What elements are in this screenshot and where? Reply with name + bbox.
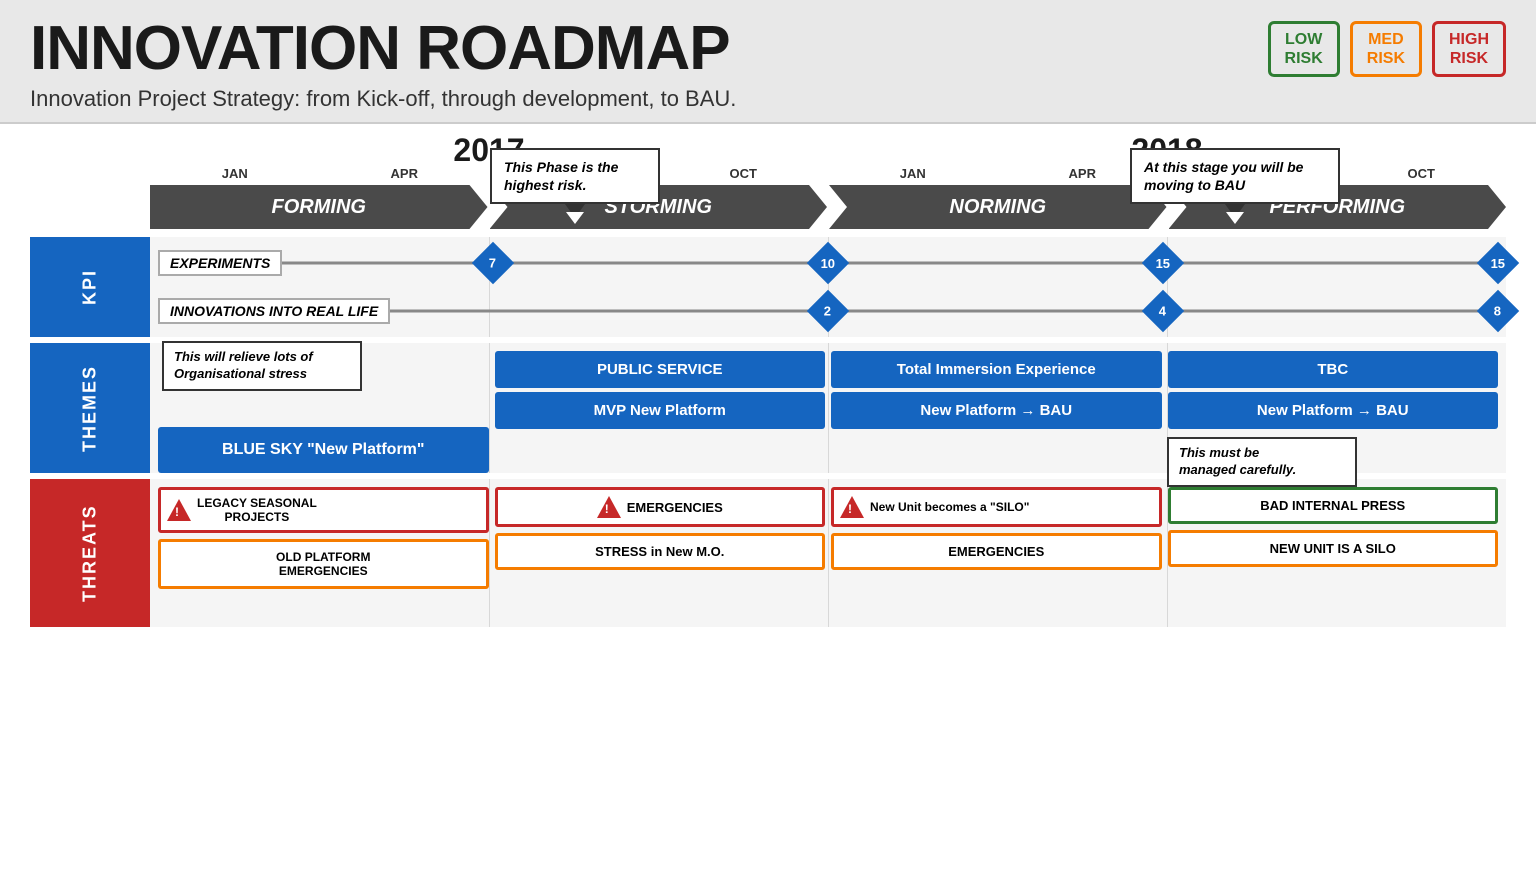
theme-new-platform-bau-1: New Platform → BAU bbox=[831, 392, 1162, 429]
exp-diamond-2: 10 bbox=[807, 242, 849, 284]
phase-forming: FORMING bbox=[150, 185, 488, 229]
threat-emergencies-2: EMERGENCIES bbox=[831, 533, 1162, 570]
timeline-section: This Phase is thehighest risk. At this s… bbox=[30, 134, 1506, 627]
threat-stress: STRESS in New M.O. bbox=[495, 533, 826, 570]
innovations-label-box: INNOVATIONS INTO REAL LIFE bbox=[158, 298, 390, 324]
inn-diamond-1: 2 bbox=[807, 290, 849, 332]
callout-storming: This Phase is thehighest risk. bbox=[490, 148, 660, 204]
page-title: INNOVATION ROADMAP bbox=[30, 18, 730, 80]
threat-old-platform: OLD PLATFORMEMERGENCIES bbox=[158, 539, 489, 589]
threats-col-1: ! LEGACY SEASONALPROJECTS OLD PLATFORMEM… bbox=[158, 487, 489, 619]
subtitle: Innovation Project Strategy: from Kick-o… bbox=[30, 86, 1506, 112]
themes-col-3: Total Immersion Experience New Platform … bbox=[831, 351, 1162, 473]
inn-diamond-2: 4 bbox=[1142, 290, 1184, 332]
theme-tbc: TBC bbox=[1168, 351, 1499, 388]
main-content: This Phase is thehighest risk. At this s… bbox=[0, 134, 1536, 627]
threats-label: THREATS bbox=[30, 479, 150, 627]
low-risk-badge: LOWRISK bbox=[1268, 21, 1340, 77]
theme-total-immersion: Total Immersion Experience bbox=[831, 351, 1162, 388]
themes-col-2: PUBLIC SERVICE MVP New Platform bbox=[495, 351, 826, 473]
med-risk-badge: MEDRISK bbox=[1350, 21, 1422, 77]
threat-bad-press: BAD INTERNAL PRESS bbox=[1168, 487, 1499, 524]
callout-performing: At this stage you will bemoving to BAU bbox=[1130, 148, 1340, 204]
theme-blue-sky: BLUE SKY "New Platform" bbox=[158, 427, 489, 473]
exp-diamond-4: 15 bbox=[1477, 242, 1519, 284]
year-2017: 2017 bbox=[150, 134, 828, 166]
kpi-section: KPI EXPERIMENTS 7 bbox=[30, 237, 1506, 337]
themes-col-1: This will relieve lots ofOrganisational … bbox=[158, 351, 489, 473]
threats-col-2: ! EMERGENCIES STRESS in New M.O. bbox=[495, 487, 826, 619]
threats-callout: This must bemanaged carefully. bbox=[1167, 437, 1357, 487]
months-2017: JAN APR JUL OCT bbox=[150, 166, 828, 181]
header: INNOVATION ROADMAP LOWRISK MEDRISK HIGHR… bbox=[0, 0, 1536, 124]
threats-col-3: ! New Unit becomes a "SILO" EMERGENCIES bbox=[831, 487, 1162, 619]
theme-public-service: PUBLIC SERVICE bbox=[495, 351, 826, 388]
inn-diamond-3: 8 bbox=[1477, 290, 1519, 332]
threat-silo: ! New Unit becomes a "SILO" bbox=[831, 487, 1162, 527]
risk-legend: LOWRISK MEDRISK HIGHRISK bbox=[1268, 21, 1506, 77]
themes-label: THEMES bbox=[30, 343, 150, 473]
theme-new-platform-bau-2: New Platform → BAU bbox=[1168, 392, 1499, 429]
themes-callout: This will relieve lots ofOrganisational … bbox=[162, 341, 362, 391]
exp-diamond-3: 15 bbox=[1142, 242, 1184, 284]
phase-norming: NORMING bbox=[829, 185, 1167, 229]
threat-legacy: ! LEGACY SEASONALPROJECTS bbox=[158, 487, 489, 533]
experiments-label-box: EXPERIMENTS bbox=[158, 250, 282, 276]
kpi-experiments-row: EXPERIMENTS 7 10 15 15 bbox=[158, 241, 1498, 285]
threat-emergencies-1: ! EMERGENCIES bbox=[495, 487, 826, 527]
threats-section: THREATS This must bemanaged carefully. bbox=[30, 479, 1506, 627]
threats-content: This must bemanaged carefully. ! LEGACY … bbox=[150, 479, 1506, 627]
kpi-label: KPI bbox=[30, 237, 150, 337]
slide: INNOVATION ROADMAP LOWRISK MEDRISK HIGHR… bbox=[0, 0, 1536, 869]
kpi-innovations-row: INNOVATIONS INTO REAL LIFE 2 4 8 bbox=[158, 289, 1498, 333]
exp-diamond-1: 7 bbox=[472, 242, 514, 284]
threats-col-4: BAD INTERNAL PRESS NEW UNIT IS A SILO bbox=[1168, 487, 1499, 619]
theme-mvp: MVP New Platform bbox=[495, 392, 826, 429]
kpi-content: EXPERIMENTS 7 10 15 15 bbox=[150, 237, 1506, 337]
high-risk-badge: HIGHRISK bbox=[1432, 21, 1506, 77]
threat-new-unit-silo: NEW UNIT IS A SILO bbox=[1168, 530, 1499, 567]
